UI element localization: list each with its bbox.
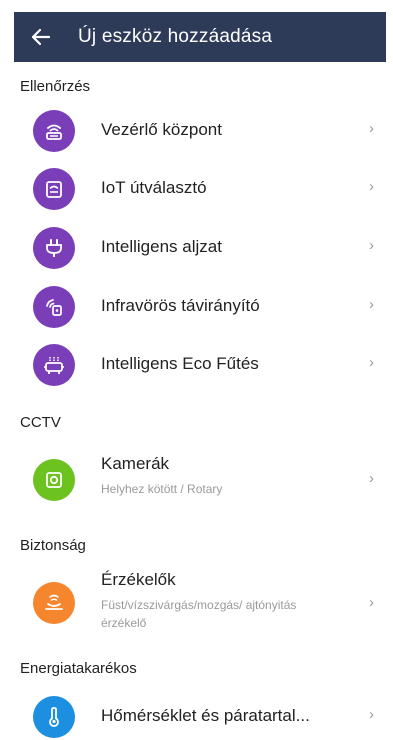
list-item-erzekelok[interactable]: Érzékelők Füst/vízszivárgás/mozgás/ ajtó… <box>14 568 386 644</box>
list-item-vezerlo-kozpont[interactable]: Vezérlő központ › <box>14 108 386 154</box>
item-label: Intelligens aljzat <box>101 237 222 256</box>
list-item-intelligens-eco-futes[interactable]: Intelligens Eco Fűtés › <box>14 342 386 388</box>
thermometer-icon <box>33 696 75 738</box>
section-header-biztonsag: Biztonság <box>20 537 86 554</box>
heater-icon <box>33 344 75 386</box>
gateway-icon <box>33 110 75 152</box>
list-item-kamerak[interactable]: Kamerák Helyhez kötött / Rotary › <box>14 452 386 510</box>
section-header-energiatakarekos: Energiatakarékos <box>20 660 137 677</box>
sensor-icon <box>33 582 75 624</box>
item-label: IoT útválasztó <box>101 178 207 197</box>
item-subtitle: Helyhez kötött / Rotary <box>101 482 223 496</box>
chevron-right-icon: › <box>369 120 374 137</box>
item-subtitle: Füst/vízszivárgás/mozgás/ ajtónyitás érz… <box>101 598 297 630</box>
chevron-right-icon: › <box>369 178 374 195</box>
item-label: Hőmérséklet és páratartal... <box>101 706 310 725</box>
list-item-infravoros-taviranyito[interactable]: Infravörös távirányító › <box>14 284 386 330</box>
camera-icon <box>33 459 75 501</box>
ir-remote-icon <box>33 286 75 328</box>
item-label: Infravörös távirányító <box>101 296 260 315</box>
chevron-right-icon: › <box>369 354 374 371</box>
chevron-right-icon: › <box>369 706 374 723</box>
arrow-left-icon <box>31 28 51 46</box>
item-label: Kamerák <box>101 454 170 473</box>
list-item-homerseklet[interactable]: Hőmérséklet és páratartal... › <box>14 694 386 740</box>
chevron-right-icon: › <box>369 470 374 487</box>
chevron-right-icon: › <box>369 296 374 313</box>
router-icon <box>33 168 75 210</box>
section-header-ellenorzes: Ellenőrzés <box>20 78 91 95</box>
item-label: Vezérlő központ <box>101 120 222 139</box>
section-header-cctv: CCTV <box>20 414 61 431</box>
item-label: Érzékelők <box>101 570 176 589</box>
back-button[interactable] <box>14 12 68 62</box>
list-item-intelligens-aljzat[interactable]: Intelligens aljzat › <box>14 225 386 271</box>
app-bar: Új eszköz hozzáadása <box>14 12 386 62</box>
chevron-right-icon: › <box>369 237 374 254</box>
item-label: Intelligens Eco Fűtés <box>101 354 259 373</box>
list-item-iot-utvalaszto[interactable]: IoT útválasztó › <box>14 166 386 212</box>
plug-icon <box>33 227 75 269</box>
chevron-right-icon: › <box>369 594 374 611</box>
page-title: Új eszköz hozzáadása <box>78 26 273 47</box>
